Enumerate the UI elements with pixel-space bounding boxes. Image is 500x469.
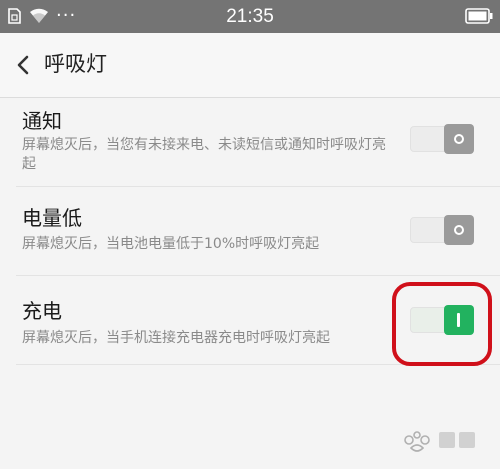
setting-row-notification[interactable]: 通知 屏幕熄灭后，当您有未接来电、未读短信或通知时呼吸灯亮起 [0,98,500,186]
setting-row-low-battery[interactable]: 电量低 屏幕熄灭后，当电池电量低于10%时呼吸灯亮起 [0,187,500,275]
low-battery-toggle[interactable] [410,215,474,245]
setting-title: 通知 [22,109,62,133]
toggle-knob [444,215,474,245]
page-title: 呼吸灯 [44,52,107,76]
status-time: 21:35 [226,6,274,27]
setting-description: 屏幕熄灭后，当手机连接充电器充电时呼吸灯亮起 [22,330,330,346]
battery-icon [465,8,493,24]
status-bar: ··· 21:35 [0,0,500,33]
toggle-knob [444,124,474,154]
annotation-circle [392,282,492,366]
setting-description: 屏幕熄灭后，当您有未接来电、未读短信或通知时呼吸灯亮起 [22,137,386,172]
setting-title: 充电 [22,299,62,323]
screen: ··· 21:35 呼吸灯 通知 屏幕熄灭后，当您有未接来电、未读短信或通知时呼… [0,0,500,469]
baidu-jingyan-watermark-logo [404,431,475,452]
back-chevron-icon[interactable] [10,51,38,79]
setting-title: 电量低 [22,206,82,230]
notification-toggle[interactable] [410,124,474,154]
setting-description: 屏幕熄灭后，当电池电量低于10%时呼吸灯亮起 [22,236,320,252]
header: 呼吸灯 [0,33,500,98]
